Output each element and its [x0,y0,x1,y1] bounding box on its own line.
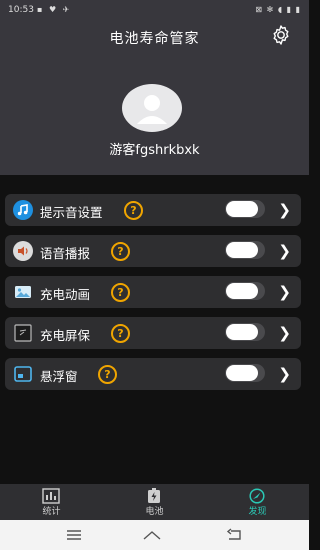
toggle-switch[interactable] [225,323,265,341]
battery-icon [148,488,160,503]
tab-discover[interactable]: 发现 [206,484,309,520]
music-note-icon [13,200,33,220]
setting-label: 充电动画 [40,287,91,302]
user-icon [137,95,167,124]
settings-list: 提示音设置 ? ❯ 语音播报 ? ❯ 充电动画 ? ❯ 充电屏保 ? ❯ 悬浮窗… [5,194,301,399]
setting-label: 语音播报 [40,246,91,261]
setting-row-screensaver[interactable]: 充电屏保 ? ❯ [5,317,301,349]
toggle-switch[interactable] [225,241,265,259]
help-icon[interactable]: ? [98,365,117,384]
discover-icon [249,488,265,504]
setting-row-animation[interactable]: 充电动画 ? ❯ [5,276,301,308]
floating-window-icon [14,366,32,382]
chevron-right-icon[interactable]: ❯ [278,283,291,301]
status-notification-icons: ▪ ♥ ✈ [37,5,72,14]
status-time: 10:53 [8,5,34,15]
setting-label: 充电屏保 [40,328,91,343]
setting-row-voice[interactable]: 语音播报 ? ❯ [5,235,301,267]
status-bar: 10:53 ▪ ♥ ✈ ⊠ ✻ ◖ ▮ ▮ [0,0,309,20]
avatar[interactable] [122,84,182,132]
bottom-tab-bar: 统计 电池 发现 [0,484,309,520]
tab-label: 发现 [248,507,267,517]
chevron-right-icon[interactable]: ❯ [278,201,291,219]
chevron-right-icon[interactable]: ❯ [278,242,291,260]
help-icon[interactable]: ? [124,201,143,220]
setting-row-floating-window[interactable]: 悬浮窗 ? ❯ [5,358,301,390]
screen-icon [14,324,32,342]
toggle-switch[interactable] [225,200,265,218]
chart-icon [42,488,60,504]
menu-icon[interactable] [64,527,84,543]
home-icon[interactable] [142,527,162,543]
status-system-icons: ⊠ ✻ ◖ ▮ ▮ [255,5,301,14]
image-icon [15,286,31,298]
system-nav-bar [0,520,309,550]
tab-label: 电池 [145,507,164,517]
chevron-right-icon[interactable]: ❯ [278,365,291,383]
setting-row-sound[interactable]: 提示音设置 ? ❯ [5,194,301,226]
help-icon[interactable]: ? [111,324,130,343]
app-title: 电池寿命管家 [109,31,200,47]
help-icon[interactable]: ? [111,242,130,261]
back-icon[interactable] [225,527,245,543]
gear-icon[interactable] [269,23,293,47]
help-icon[interactable]: ? [111,283,130,302]
setting-label: 提示音设置 [40,205,103,220]
profile-header: 10:53 ▪ ♥ ✈ ⊠ ✻ ◖ ▮ ▮ 电池寿命管家 游客fgshrkbxk [0,0,309,175]
toggle-switch[interactable] [225,364,265,382]
tab-stats[interactable]: 统计 [0,484,103,520]
tab-label: 统计 [42,507,61,517]
toggle-switch[interactable] [225,282,265,300]
username: 游客fgshrkbxk [109,143,200,158]
chevron-right-icon[interactable]: ❯ [278,324,291,342]
setting-label: 悬浮窗 [40,369,78,384]
speaker-icon [13,241,33,261]
tab-battery[interactable]: 电池 [103,484,206,520]
